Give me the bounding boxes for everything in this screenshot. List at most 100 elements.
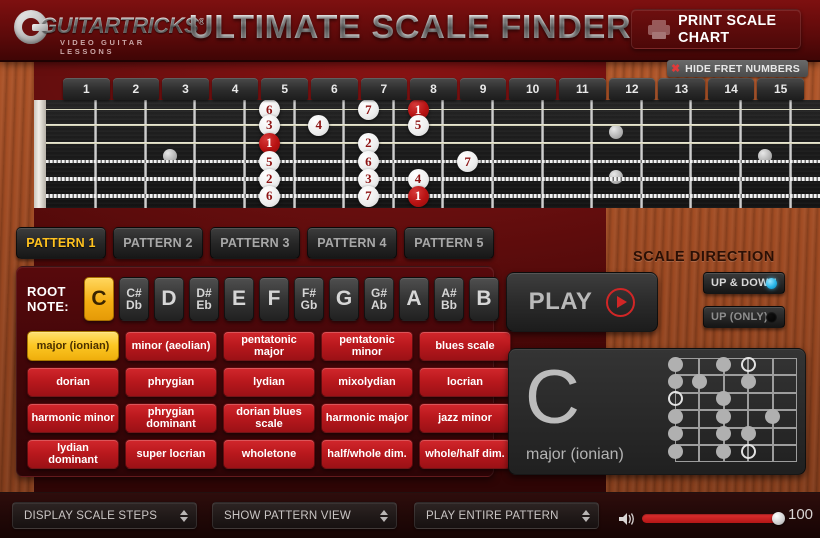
root-note-selector: ROOT NOTE: C C# Db D D# Eb E F F# Gb G G# Ab A A# Bb B: [27, 277, 499, 321]
scale-button-mixolydian[interactable]: mixolydian: [321, 367, 413, 397]
pattern-tab-4[interactable]: PATTERN 4: [307, 227, 397, 259]
scale-button-harmonic-major[interactable]: harmonic major: [321, 403, 413, 433]
scale-button-super-locrian[interactable]: super locrian: [125, 439, 217, 469]
guitar-string-5: [46, 177, 820, 181]
play-button[interactable]: PLAY: [506, 272, 658, 332]
scale-button-locrian[interactable]: locrian: [419, 367, 511, 397]
display-mode-select[interactable]: DISPLAY SCALE STEPS: [12, 502, 197, 529]
volume-slider-knob[interactable]: [772, 512, 785, 525]
view-mode-select[interactable]: SHOW PATTERN VIEW: [212, 502, 397, 529]
speaker-icon[interactable]: [618, 511, 638, 527]
scale-button-lydian-dominant[interactable]: lydian dominant: [27, 439, 119, 469]
fret-number-15[interactable]: 15: [757, 78, 804, 100]
scale-direction-up-only[interactable]: UP (ONLY): [703, 306, 785, 328]
fret-number-7[interactable]: 7: [360, 78, 408, 100]
fret-wire-8: [441, 100, 445, 208]
fret-number-8[interactable]: 8: [410, 78, 457, 100]
root-note-Csharp[interactable]: C# Db: [119, 277, 149, 321]
root-note-flat-label: Ab: [371, 298, 387, 312]
root-note-E[interactable]: E: [224, 277, 254, 321]
fret-note-label: 2: [265, 171, 273, 186]
root-note-C[interactable]: C: [84, 277, 114, 321]
fret-number-13[interactable]: 13: [658, 78, 705, 100]
root-note-flat-label: Gb: [300, 298, 318, 312]
scale-button-label: wholetone: [241, 448, 297, 460]
root-note-label: ROOT NOTE:: [27, 284, 79, 314]
scale-button-harmonic-minor[interactable]: harmonic minor: [27, 403, 119, 433]
scale-button-wholetone[interactable]: wholetone: [223, 439, 315, 469]
playback-mode-select[interactable]: PLAY ENTIRE PATTERN: [414, 502, 599, 529]
root-note-G[interactable]: G: [329, 277, 359, 321]
scale-button-phrygian[interactable]: phrygian: [125, 367, 217, 397]
scale-button-lydian[interactable]: lydian: [223, 367, 315, 397]
scale-button-dorian[interactable]: dorian: [27, 367, 119, 397]
fret-note-s1-f7[interactable]: 7: [357, 100, 379, 120]
scale-button-whole-half-dim[interactable]: whole/half dim.: [419, 439, 511, 469]
fret-note-s6-f7[interactable]: 7: [357, 185, 379, 207]
scale-button-pentatonic-minor[interactable]: pentatonic minor: [321, 331, 413, 361]
mini-diagram-dot-s4-f5: [765, 408, 781, 424]
fret-note-label: 7: [365, 188, 372, 203]
print-button-label: PRINT SCALE CHART: [678, 12, 777, 46]
pattern-tab-label: PATTERN 2: [123, 236, 193, 250]
scale-button-minor-aeolian[interactable]: minor (aeolian): [125, 331, 217, 361]
fret-wire-1: [94, 100, 98, 208]
fret-number-4[interactable]: 4: [211, 78, 259, 100]
fret-number-14[interactable]: 14: [707, 78, 755, 100]
scale-button-label: major (ionian): [36, 340, 110, 352]
mini-diagram-dot-s5-f1: [667, 426, 683, 442]
fret-number-row: 1 2 3 4 5 6 7 8 9 10 11 12 13 14 15: [62, 78, 810, 100]
fret-number-label: 12: [625, 82, 639, 96]
scale-button-label: pentatonic minor: [339, 334, 395, 358]
scale-button-jazz-minor[interactable]: jazz minor: [419, 403, 511, 433]
fret-number-9[interactable]: 9: [459, 78, 507, 100]
fret-note-s2-f6[interactable]: 4: [308, 114, 330, 136]
hide-fret-numbers-toggle[interactable]: ✖ HIDE FRET NUMBERS: [666, 60, 808, 77]
fret-number-1[interactable]: 1: [63, 78, 110, 100]
root-note-D[interactable]: D: [154, 277, 184, 321]
fret-number-label: 15: [774, 82, 788, 96]
fret-number-label: 14: [724, 82, 738, 96]
scale-button-label: blues scale: [435, 340, 495, 352]
scale-button-blues-scale[interactable]: blues scale: [419, 331, 511, 361]
root-note-Fsharp[interactable]: F# Gb: [294, 277, 324, 321]
root-note-B[interactable]: B: [469, 277, 499, 321]
fret-note-s2-f8[interactable]: 5: [407, 114, 429, 136]
scale-button-phrygian-dominant[interactable]: phrygian dominant: [125, 403, 217, 433]
root-note-letter: E: [231, 287, 246, 310]
fret-number-12[interactable]: 12: [608, 78, 656, 100]
pattern-tab-5[interactable]: PATTERN 5: [404, 227, 494, 259]
fret-number-5[interactable]: 5: [261, 78, 308, 100]
print-scale-chart-button[interactable]: PRINT SCALE CHART: [631, 9, 801, 49]
root-note-F[interactable]: F: [259, 277, 289, 321]
fret-note-s6-f8[interactable]: 1: [407, 185, 429, 207]
fret-number-6[interactable]: 6: [311, 78, 358, 100]
fret-note-s4-f9[interactable]: 7: [457, 151, 479, 172]
root-note-Dsharp[interactable]: D# Eb: [189, 277, 219, 321]
mini-diagram-dot-s6-f4: [740, 443, 756, 459]
pattern-tab-1[interactable]: PATTERN 1: [16, 227, 106, 259]
current-scale-type: major (ionian): [526, 446, 624, 463]
guitar-string-2: [46, 124, 820, 126]
scale-direction-up-and-down[interactable]: UP & DOWN: [703, 272, 785, 294]
fret-number-2[interactable]: 2: [112, 78, 160, 100]
fret-number-label: 9: [479, 82, 487, 96]
root-note-Asharp[interactable]: A# Bb: [434, 277, 464, 321]
volume-slider[interactable]: [642, 512, 785, 525]
root-note-A[interactable]: A: [399, 277, 429, 321]
scale-button-half-whole-dim[interactable]: half/whole dim.: [321, 439, 413, 469]
scale-button-major-ionian[interactable]: major (ionian): [27, 331, 119, 361]
scale-button-pentatonic-major[interactable]: pentatonic major: [223, 331, 315, 361]
scale-button-dorian-blues-scale[interactable]: dorian blues scale: [223, 403, 315, 433]
root-note-Gsharp[interactable]: G# Ab: [364, 277, 394, 321]
fret-number-3[interactable]: 3: [162, 78, 209, 100]
fretboard-surface: 63152647263715417: [46, 100, 820, 208]
close-icon: ✖: [670, 63, 681, 75]
pattern-tab-2[interactable]: PATTERN 2: [113, 227, 203, 259]
fret-note-s6-f5[interactable]: 6: [258, 185, 280, 207]
playback-mode-value: PLAY ENTIRE PATTERN: [426, 509, 559, 522]
pattern-tab-3[interactable]: PATTERN 3: [210, 227, 300, 259]
fret-number-10[interactable]: 10: [509, 78, 556, 100]
scale-button-label: jazz minor: [438, 412, 492, 424]
fret-number-11[interactable]: 11: [559, 78, 606, 100]
